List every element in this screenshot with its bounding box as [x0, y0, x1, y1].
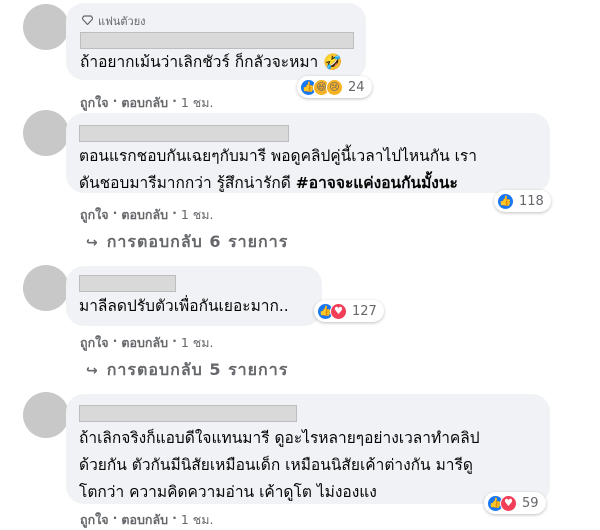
reply-link[interactable]: ตอบกลับ [121, 333, 168, 353]
like-link[interactable]: ถูกใจ [80, 205, 109, 225]
love-reaction-icon: ♥ [500, 494, 517, 512]
reply-arrow-icon: ↪ [86, 234, 99, 251]
commenter-name-redacted[interactable] [79, 275, 176, 292]
sad-reaction-icon: 😢 [326, 78, 343, 96]
timestamp[interactable]: 1 ชม. [181, 205, 214, 225]
comment-text: มาลีลดปรับตัวเพื่อกันเยอะมาก.. [79, 297, 289, 315]
avatar[interactable] [23, 4, 69, 50]
comment-actions: ถูกใจ · ตอบกลับ · 1 ชม. [80, 333, 213, 353]
view-replies-link[interactable]: ↪ การตอบกลับ 5 รายการ [86, 358, 288, 383]
reaction-summary[interactable]: 👍 ♥ 127 [314, 300, 384, 322]
love-reaction-icon: ♥ [330, 302, 347, 320]
top-fan-badge: แฟนตัวยง [81, 12, 146, 30]
comment-text: ตอนแรกชอบกันเฉยๆกับมารี พอดูคลิปคู่นี้เว… [79, 147, 477, 192]
comment-text: ถ้าอยากเม้นว่าเลิกชัวร์ ก็กลัวจะหมา 🤣 [80, 53, 343, 71]
reply-link[interactable]: ตอบกลับ [121, 93, 168, 113]
like-link[interactable]: ถูกใจ [80, 510, 109, 530]
timestamp[interactable]: 1 ชม. [181, 93, 214, 113]
timestamp[interactable]: 1 ชม. [181, 510, 214, 530]
reaction-summary[interactable]: 👍 😆 😢 24 [297, 76, 372, 98]
comment-actions: ถูกใจ · ตอบกลับ · 1 ชม. [80, 93, 213, 113]
like-reaction-icon: 👍 [497, 192, 514, 210]
timestamp[interactable]: 1 ชม. [181, 333, 214, 353]
comment-text: ถ้าเลิกจริงก็แอบดีใจแทนมารี ดูอะไรหลายๆอ… [79, 429, 480, 501]
comment-bubble: ตอนแรกชอบกันเฉยๆกับมารี พอดูคลิปคู่นี้เว… [66, 113, 550, 193]
comment-bubble: ถ้าเลิกจริงก็แอบดีใจแทนมารี ดูอะไรหลายๆอ… [66, 394, 550, 504]
comment-actions: ถูกใจ · ตอบกลับ · 1 ชม. [80, 205, 213, 225]
commenter-name-redacted[interactable] [80, 32, 354, 49]
commenter-name-redacted[interactable] [79, 125, 289, 142]
like-link[interactable]: ถูกใจ [80, 93, 109, 113]
commenter-name-redacted[interactable] [79, 405, 297, 422]
hashtag-link[interactable]: #อาจจะแค่งอนกันมั้งนะ [296, 174, 458, 192]
comment-bubble: มาลีลดปรับตัวเพื่อกันเยอะมาก.. [66, 266, 322, 326]
avatar[interactable] [23, 392, 69, 438]
avatar[interactable] [23, 110, 69, 156]
reply-link[interactable]: ตอบกลับ [121, 205, 168, 225]
comment-actions: ถูกใจ · ตอบกลับ · 1 ชม. [80, 510, 213, 530]
like-link[interactable]: ถูกใจ [80, 333, 109, 353]
reply-link[interactable]: ตอบกลับ [121, 510, 168, 530]
diamond-icon [81, 14, 94, 28]
reaction-summary[interactable]: 👍 ♥ 59 [484, 492, 546, 514]
view-replies-link[interactable]: ↪ การตอบกลับ 6 รายการ [86, 230, 288, 255]
avatar[interactable] [23, 265, 69, 311]
reaction-summary[interactable]: 👍 118 [494, 190, 551, 212]
comment-bubble: แฟนตัวยง ถ้าอยากเม้นว่าเลิกชัวร์ ก็กลัวจ… [66, 3, 366, 80]
reply-arrow-icon: ↪ [86, 362, 99, 379]
